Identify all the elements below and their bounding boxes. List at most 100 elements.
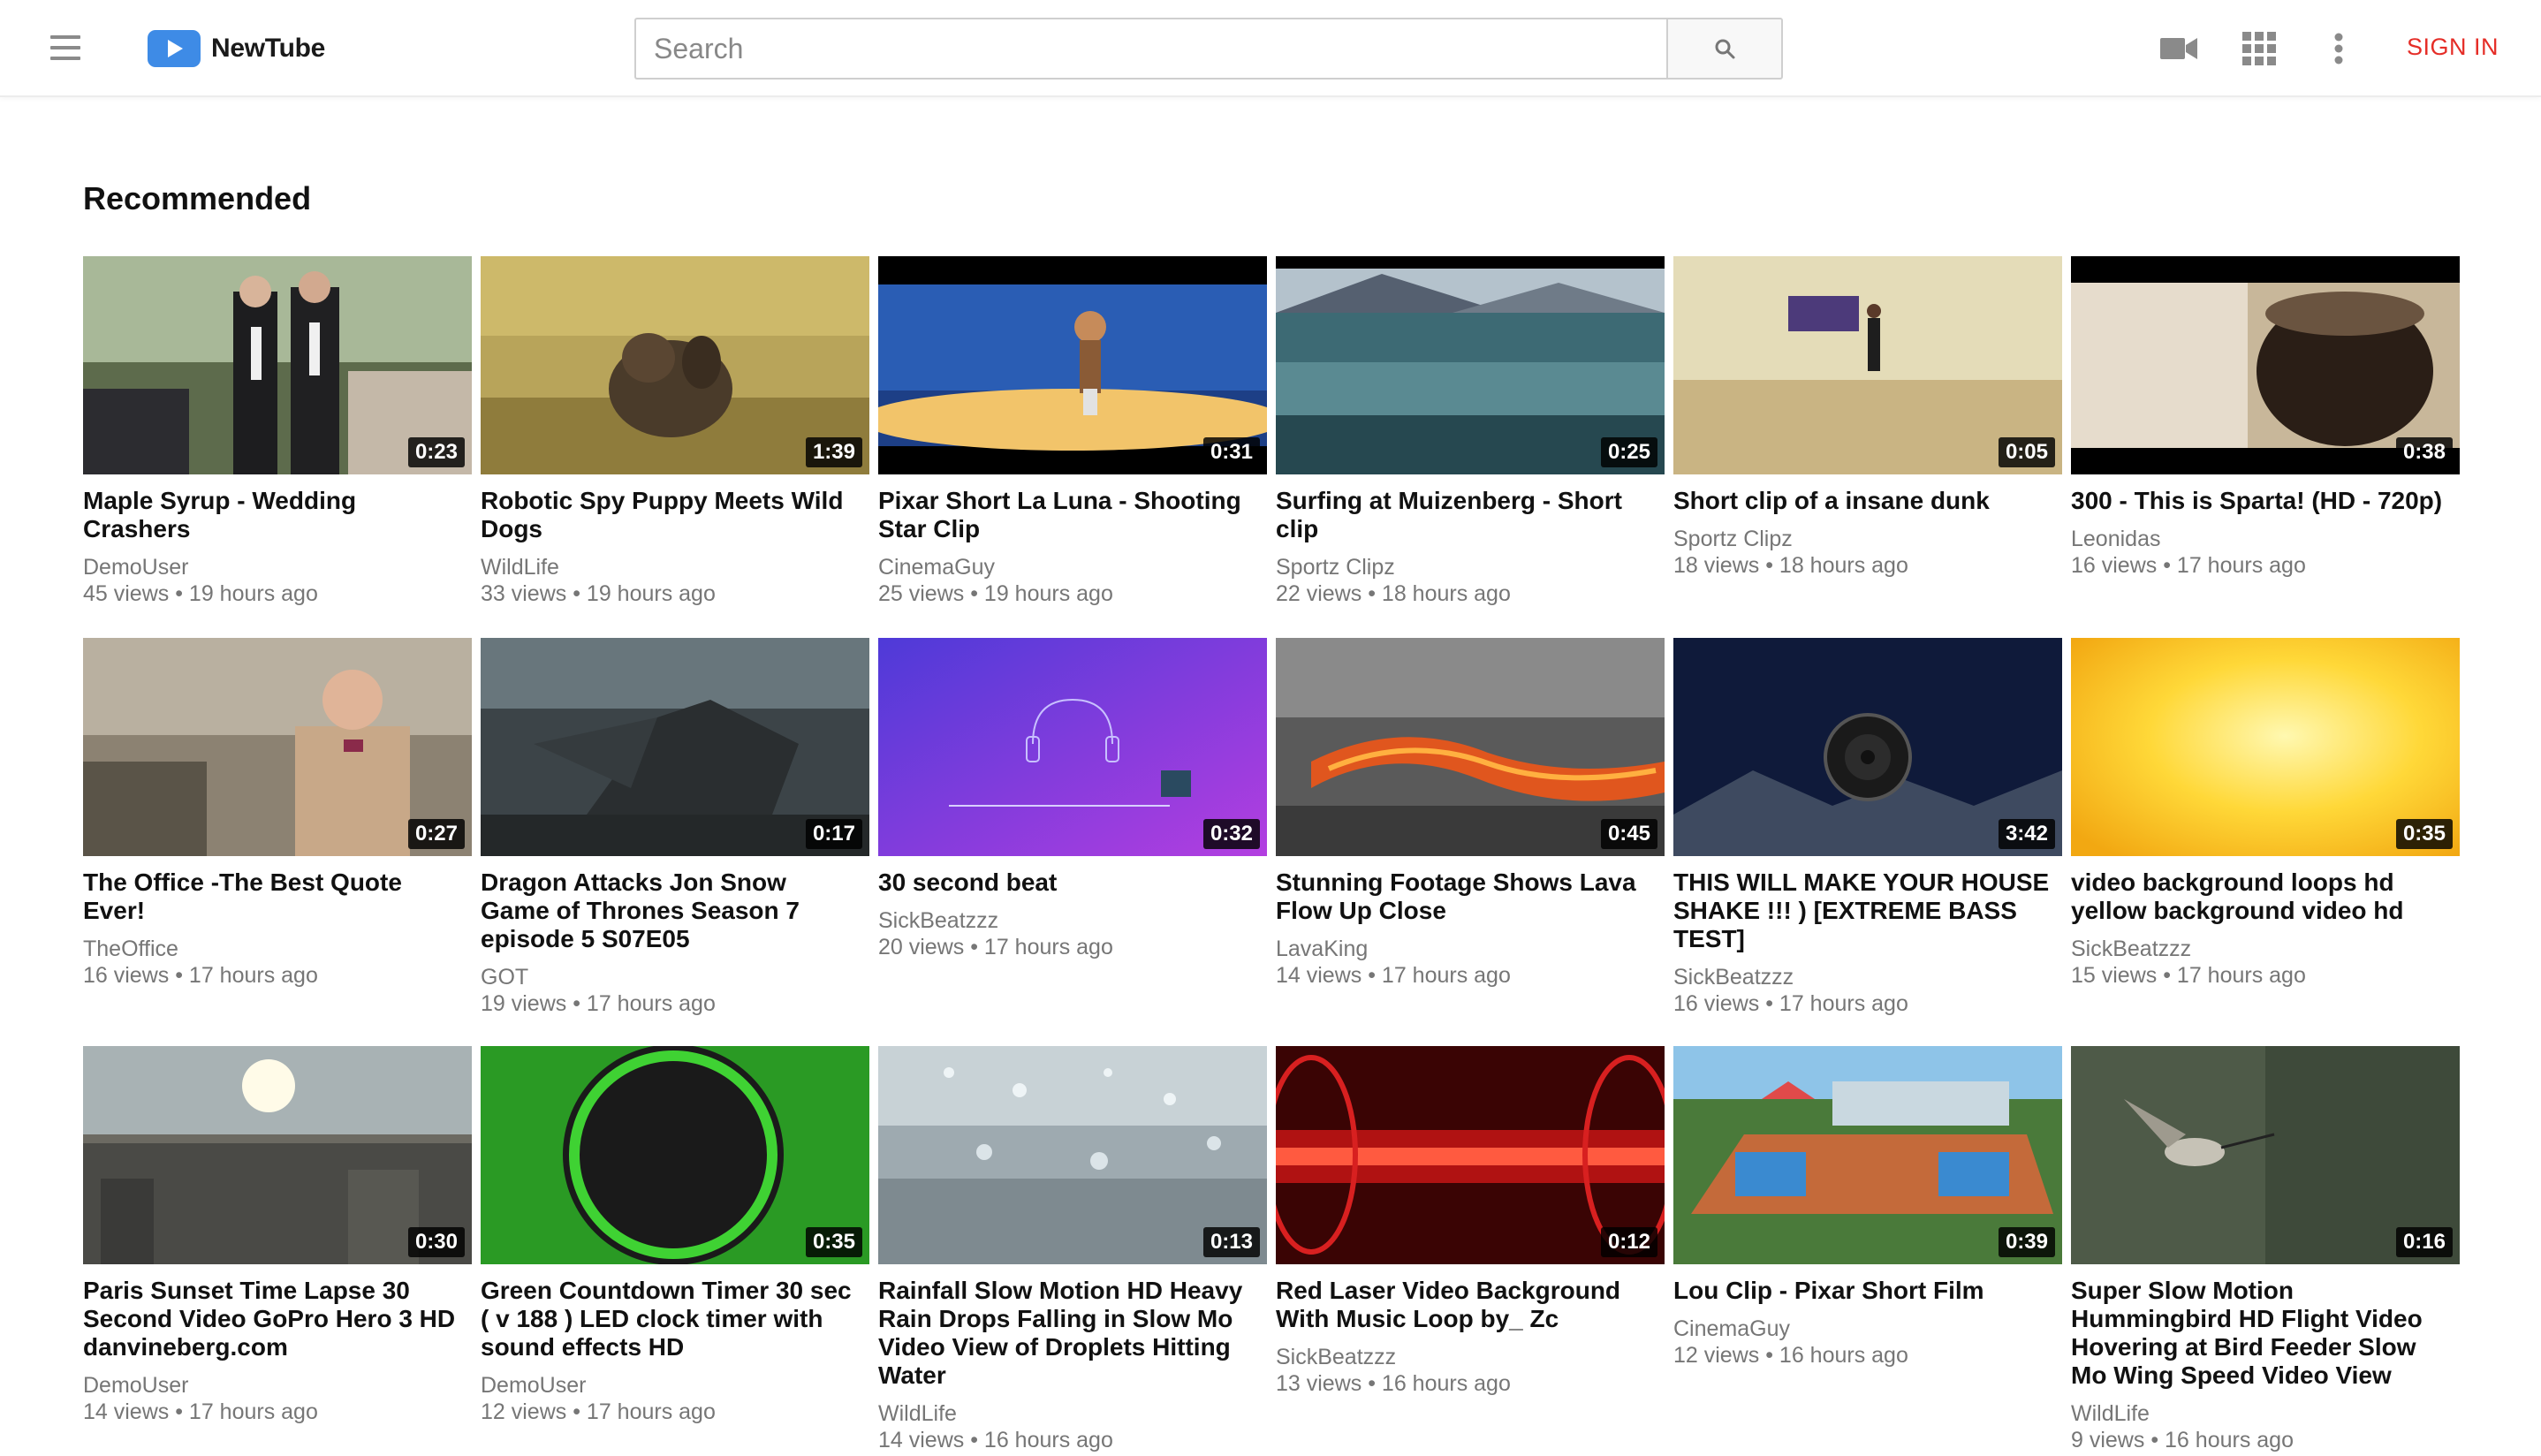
video-card[interactable]: 0:12 Red Laser Video Background With Mus… xyxy=(1276,1046,1665,1397)
video-thumbnail[interactable]: 0:31 xyxy=(878,256,1267,474)
video-duration: 0:32 xyxy=(1202,819,1260,849)
video-thumbnail[interactable]: 0:38 xyxy=(2071,256,2460,474)
video-thumbnail[interactable]: 0:16 xyxy=(2071,1046,2460,1264)
channel-name[interactable]: DemoUser xyxy=(481,1372,869,1399)
channel-name[interactable]: CinemaGuy xyxy=(1673,1316,2062,1342)
video-card[interactable]: 0:38 300 - This is Sparta! (HD - 720p) L… xyxy=(2071,256,2460,579)
channel-name[interactable]: SickBeatzzz xyxy=(1276,1344,1665,1370)
channel-name[interactable]: WildLife xyxy=(481,554,869,580)
video-title[interactable]: Super Slow Motion Hummingbird HD Flight … xyxy=(2071,1277,2451,1390)
more-vertical-icon[interactable] xyxy=(2325,27,2352,71)
video-thumbnail[interactable]: 0:12 xyxy=(1276,1046,1665,1264)
video-title[interactable]: Surfing at Muizenberg - Short clip xyxy=(1276,487,1656,543)
video-title[interactable]: Lou Clip - Pixar Short Film xyxy=(1673,1277,2053,1305)
channel-name[interactable]: GOT xyxy=(481,964,869,990)
video-thumbnail[interactable]: 1:39 xyxy=(481,256,869,474)
video-thumbnail[interactable]: 0:35 xyxy=(2071,638,2460,856)
video-title[interactable]: The Office -The Best Quote Ever! xyxy=(83,868,463,925)
video-card[interactable]: 0:27 The Office -The Best Quote Ever! Th… xyxy=(83,638,472,989)
video-thumbnail[interactable]: 0:05 xyxy=(1673,256,2062,474)
video-title[interactable]: Rainfall Slow Motion HD Heavy Rain Drops… xyxy=(878,1277,1258,1390)
channel-name[interactable]: CinemaGuy xyxy=(878,554,1267,580)
video-title[interactable]: video background loops hd yellow backgro… xyxy=(2071,868,2451,925)
upload-age: 17 hours ago xyxy=(188,963,318,988)
channel-name[interactable]: TheOffice xyxy=(83,936,472,962)
video-thumbnail[interactable]: 0:30 xyxy=(83,1046,472,1264)
video-stats: 16 views • 17 hours ago xyxy=(2071,553,2306,578)
video-card[interactable]: 0:31 Pixar Short La Luna - Shooting Star… xyxy=(878,256,1267,607)
channel-name[interactable]: DemoUser xyxy=(83,554,472,580)
video-title[interactable]: Short clip of a insane dunk xyxy=(1673,487,2053,515)
video-thumbnail[interactable]: 0:23 xyxy=(83,256,472,474)
video-card[interactable]: 0:45 Stunning Footage Shows Lava Flow Up… xyxy=(1276,638,1665,989)
search-input[interactable] xyxy=(634,18,1668,80)
video-card[interactable]: 0:17 Dragon Attacks Jon Snow Game of Thr… xyxy=(481,638,869,1017)
view-count: 45 views xyxy=(83,581,170,606)
channel-name[interactable]: Sportz Clipz xyxy=(1276,554,1665,580)
section-title: Recommended xyxy=(83,180,312,216)
search-button[interactable] xyxy=(1666,18,1783,80)
video-card[interactable]: 0:05 Short clip of a insane dunk Sportz … xyxy=(1673,256,2062,579)
channel-name[interactable]: Leonidas xyxy=(2071,526,2460,552)
video-title[interactable]: 30 second beat xyxy=(878,868,1258,897)
view-count: 19 views xyxy=(481,991,567,1016)
video-card[interactable]: 0:16 Super Slow Motion Hummingbird HD Fl… xyxy=(2071,1046,2460,1453)
video-card[interactable]: 0:35 Green Countdown Timer 30 sec ( v 18… xyxy=(481,1046,869,1425)
video-card[interactable]: 0:13 Rainfall Slow Motion HD Heavy Rain … xyxy=(878,1046,1267,1453)
video-thumbnail[interactable]: 0:13 xyxy=(878,1046,1267,1264)
sign-in-button[interactable]: SIGN IN xyxy=(2407,34,2499,61)
video-title[interactable]: Green Countdown Timer 30 sec ( v 188 ) L… xyxy=(481,1277,861,1361)
video-stats: 9 views • 16 hours ago xyxy=(2071,1428,2294,1452)
video-title[interactable]: 300 - This is Sparta! (HD - 720p) xyxy=(2071,487,2451,515)
channel-name[interactable]: Sportz Clipz xyxy=(1673,526,2062,552)
channel-name[interactable]: SickBeatzzz xyxy=(2071,936,2460,962)
channel-name[interactable]: SickBeatzzz xyxy=(878,907,1267,934)
video-title[interactable]: Robotic Spy Puppy Meets Wild Dogs xyxy=(481,487,861,543)
channel-name[interactable]: DemoUser xyxy=(83,1372,472,1399)
video-card[interactable]: 0:39 Lou Clip - Pixar Short Film CinemaG… xyxy=(1673,1046,2062,1369)
video-card[interactable]: 0:30 Paris Sunset Time Lapse 30 Second V… xyxy=(83,1046,472,1425)
channel-name[interactable]: SickBeatzzz xyxy=(1673,964,2062,990)
video-thumbnail[interactable]: 0:45 xyxy=(1276,638,1665,856)
upload-age: 16 hours ago xyxy=(2165,1428,2294,1452)
upload-age: 16 hours ago xyxy=(1381,1371,1511,1396)
video-title[interactable]: Paris Sunset Time Lapse 30 Second Video … xyxy=(83,1277,463,1361)
apps-grid-icon[interactable] xyxy=(2241,27,2278,71)
video-card[interactable]: 0:25 Surfing at Muizenberg - Short clip … xyxy=(1276,256,1665,607)
video-thumbnail[interactable]: 3:42 xyxy=(1673,638,2062,856)
view-count: 22 views xyxy=(1276,581,1362,606)
video-thumbnail[interactable]: 0:39 xyxy=(1673,1046,2062,1264)
view-count: 16 views xyxy=(2071,553,2158,578)
video-title[interactable]: THIS WILL MAKE YOUR HOUSE SHAKE !!! ) [E… xyxy=(1673,868,2053,953)
video-title[interactable]: Pixar Short La Luna - Shooting Star Clip xyxy=(878,487,1258,543)
top-bar: NewTube SIGN IN xyxy=(0,0,2541,97)
video-duration: 0:30 xyxy=(407,1227,465,1257)
video-duration: 0:39 xyxy=(1998,1227,2055,1257)
channel-name[interactable]: WildLife xyxy=(878,1400,1267,1427)
video-card[interactable]: 0:32 30 second beat SickBeatzzz 20 views… xyxy=(878,638,1267,960)
video-title[interactable]: Dragon Attacks Jon Snow Game of Thrones … xyxy=(481,868,861,953)
hamburger-menu-icon[interactable] xyxy=(50,35,80,60)
video-stats: 14 views • 17 hours ago xyxy=(83,1399,318,1424)
video-title[interactable]: Stunning Footage Shows Lava Flow Up Clos… xyxy=(1276,868,1656,925)
video-thumbnail[interactable]: 0:27 xyxy=(83,638,472,856)
video-thumbnail[interactable]: 0:32 xyxy=(878,638,1267,856)
video-thumbnail[interactable]: 0:17 xyxy=(481,638,869,856)
video-duration: 0:17 xyxy=(805,819,862,849)
video-stats: 18 views • 18 hours ago xyxy=(1673,553,1908,578)
channel-name[interactable]: LavaKing xyxy=(1276,936,1665,962)
video-thumbnail[interactable]: 0:35 xyxy=(481,1046,869,1264)
video-card[interactable]: 0:23 Maple Syrup - Wedding Crashers Demo… xyxy=(83,256,472,607)
video-title[interactable]: Maple Syrup - Wedding Crashers xyxy=(83,487,463,543)
video-card[interactable]: 1:39 Robotic Spy Puppy Meets Wild Dogs W… xyxy=(481,256,869,607)
video-thumbnail[interactable]: 0:25 xyxy=(1276,256,1665,474)
video-card[interactable]: 0:35 video background loops hd yellow ba… xyxy=(2071,638,2460,989)
video-stats: 14 views • 17 hours ago xyxy=(1276,963,1511,988)
upload-age: 19 hours ago xyxy=(983,581,1113,606)
newtube-logo[interactable]: NewTube xyxy=(148,30,325,67)
video-camera-icon[interactable] xyxy=(2159,27,2198,71)
channel-name[interactable]: WildLife xyxy=(2071,1400,2460,1427)
video-title[interactable]: Red Laser Video Background With Music Lo… xyxy=(1276,1277,1656,1333)
upload-age: 17 hours ago xyxy=(1779,991,1908,1016)
video-card[interactable]: 3:42 THIS WILL MAKE YOUR HOUSE SHAKE !!!… xyxy=(1673,638,2062,1017)
